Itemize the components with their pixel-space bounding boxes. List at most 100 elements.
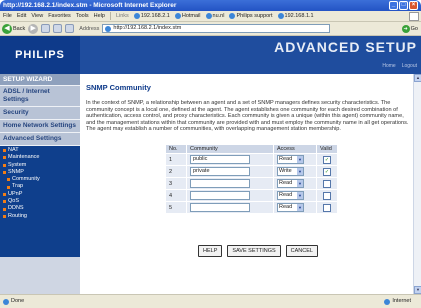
- back-arrow-icon: ◀: [2, 23, 12, 34]
- address-label: Address: [79, 25, 100, 32]
- bullet-icon: [3, 171, 6, 175]
- bullet-icon: [3, 200, 6, 204]
- community-table: No. Community Access Valid 1 public Read…: [165, 144, 338, 214]
- zone-text: Internet: [392, 298, 411, 304]
- links-label: Links: [115, 13, 129, 19]
- setup-wizard-link[interactable]: SETUP WIZARD: [0, 74, 80, 86]
- column-header-no: No.: [165, 144, 187, 154]
- scroll-down-icon[interactable]: ▼: [414, 286, 421, 294]
- bullet-icon: [3, 156, 6, 160]
- internet-zone-icon: [384, 298, 391, 305]
- maximize-button[interactable]: □: [399, 1, 408, 10]
- table-row: 1 public Read ▼ ✓: [165, 153, 338, 166]
- table-header-row: No. Community Access Valid: [165, 144, 338, 154]
- access-select[interactable]: Write ▼: [277, 167, 304, 176]
- go-arrow-icon: ➜: [401, 24, 410, 33]
- logout-link[interactable]: Logout: [402, 63, 417, 69]
- valid-checkbox[interactable]: ✓: [323, 155, 331, 164]
- chevron-down-icon: ▼: [297, 204, 303, 211]
- sidebar-item-qos[interactable]: QoS: [0, 198, 80, 205]
- menu-bar: File Edit View Favorites Tools Help Link…: [0, 11, 421, 22]
- valid-checkbox[interactable]: [323, 191, 331, 200]
- router-header: PHILIPS ADVANCED SETUP Home Logout: [0, 36, 421, 74]
- cancel-button[interactable]: CANCEL: [285, 245, 318, 257]
- column-header-valid: Valid: [316, 144, 338, 154]
- link-192-168-1-1[interactable]: 192.168.1.1: [277, 13, 314, 19]
- close-button[interactable]: ×: [409, 1, 418, 10]
- sidebar-item-snmp[interactable]: SNMP: [0, 169, 80, 176]
- link-philips-support[interactable]: Philips support: [229, 13, 273, 19]
- menu-view[interactable]: View: [31, 13, 43, 19]
- valid-checkbox[interactable]: [323, 179, 331, 188]
- link-nu-nl[interactable]: nu.nl: [205, 13, 224, 19]
- menu-help[interactable]: Help: [94, 13, 105, 19]
- access-select[interactable]: Read ▼: [277, 155, 304, 164]
- vertical-scrollbar[interactable]: ▲ ▼: [413, 74, 421, 294]
- menu-edit[interactable]: Edit: [17, 13, 26, 19]
- sidebar-item-advanced[interactable]: Advanced Settings: [0, 133, 80, 146]
- stop-icon[interactable]: [41, 24, 51, 33]
- chevron-down-icon: ▼: [297, 156, 303, 163]
- status-bar: Done Internet: [0, 294, 421, 308]
- main-content: SNMP Community In the context of SNMP, a…: [80, 74, 413, 294]
- help-button[interactable]: HELP: [198, 245, 223, 257]
- sidebar-item-community[interactable]: Community: [0, 176, 80, 183]
- community-name-input[interactable]: [190, 203, 250, 212]
- home-link[interactable]: Home: [382, 63, 395, 69]
- scroll-up-icon[interactable]: ▲: [414, 74, 421, 82]
- row-number: 3: [165, 177, 187, 190]
- save-settings-button[interactable]: SAVE SETTINGS: [227, 245, 281, 257]
- row-number: 2: [165, 165, 187, 178]
- minimize-button[interactable]: _: [389, 1, 398, 10]
- page-heading: ADVANCED SETUP: [274, 39, 417, 55]
- home-icon[interactable]: [65, 24, 75, 33]
- access-select[interactable]: Read ▼: [277, 203, 304, 212]
- community-name-input[interactable]: private: [190, 167, 250, 176]
- table-row: 2 private Write ▼ ✓: [165, 165, 338, 178]
- window-titlebar: http://192.168.2.1/index.stm - Microsoft…: [0, 0, 421, 11]
- windows-logo-icon: [409, 12, 419, 21]
- ie-page-icon: [174, 13, 181, 19]
- menu-tools[interactable]: Tools: [76, 13, 89, 19]
- sidebar-item-maintenance[interactable]: Maintenance: [0, 154, 80, 161]
- sidebar-item-home-network[interactable]: Home Network Settings: [0, 120, 80, 133]
- sidebar-item-routing[interactable]: Routing: [0, 213, 80, 220]
- sidebar-item-security[interactable]: Security: [0, 107, 80, 120]
- table-row: 4 Read ▼: [165, 189, 338, 202]
- menu-file[interactable]: File: [3, 13, 12, 19]
- sidebar-item-trap[interactable]: Trap: [0, 183, 80, 190]
- forward-button[interactable]: ▶: [28, 23, 39, 34]
- access-select[interactable]: Read ▼: [277, 191, 304, 200]
- intro-text: In the context of SNMP, a relationship b…: [86, 100, 409, 133]
- link-192-168-2-1[interactable]: 192.168.2.1: [133, 13, 170, 19]
- action-buttons: HELP SAVE SETTINGS CANCEL: [198, 245, 318, 257]
- menu-favorites[interactable]: Favorites: [48, 13, 71, 19]
- table-row: 3 Read ▼: [165, 177, 338, 190]
- sidebar-item-nat[interactable]: NAT: [0, 147, 80, 154]
- access-select[interactable]: Read ▼: [277, 179, 304, 188]
- address-bar[interactable]: http://192.168.2.1/index.stm: [102, 24, 331, 33]
- link-hotmail[interactable]: Hotmail: [174, 13, 201, 19]
- community-name-input[interactable]: [190, 179, 250, 188]
- valid-checkbox[interactable]: ✓: [323, 167, 331, 176]
- sidebar: SETUP WIZARD ADSL / Internet Settings Se…: [0, 74, 80, 294]
- status-text: Done: [11, 298, 25, 304]
- valid-checkbox[interactable]: [323, 203, 331, 212]
- back-button[interactable]: ◀ Back: [2, 23, 25, 34]
- ie-page-icon: [3, 298, 9, 305]
- go-button[interactable]: ➜ Go: [401, 24, 418, 33]
- community-name-input[interactable]: public: [190, 155, 250, 164]
- advanced-submenu: NAT Maintenance System SNMP Community Tr…: [0, 146, 80, 257]
- ie-page-icon: [133, 13, 140, 19]
- ie-page-icon: [105, 25, 112, 32]
- refresh-icon[interactable]: [53, 24, 63, 33]
- sidebar-item-upnp[interactable]: UPnP: [0, 191, 80, 198]
- sidebar-item-adsl[interactable]: ADSL / Internet Settings: [0, 86, 80, 107]
- sidebar-item-system[interactable]: System: [0, 162, 80, 169]
- page-title: SNMP Community: [86, 83, 151, 92]
- bullet-icon: [7, 178, 10, 182]
- bullet-icon: [3, 192, 6, 196]
- chevron-down-icon: ▼: [297, 180, 303, 187]
- community-name-input[interactable]: [190, 191, 250, 200]
- sidebar-item-ddns[interactable]: DDNS: [0, 205, 80, 212]
